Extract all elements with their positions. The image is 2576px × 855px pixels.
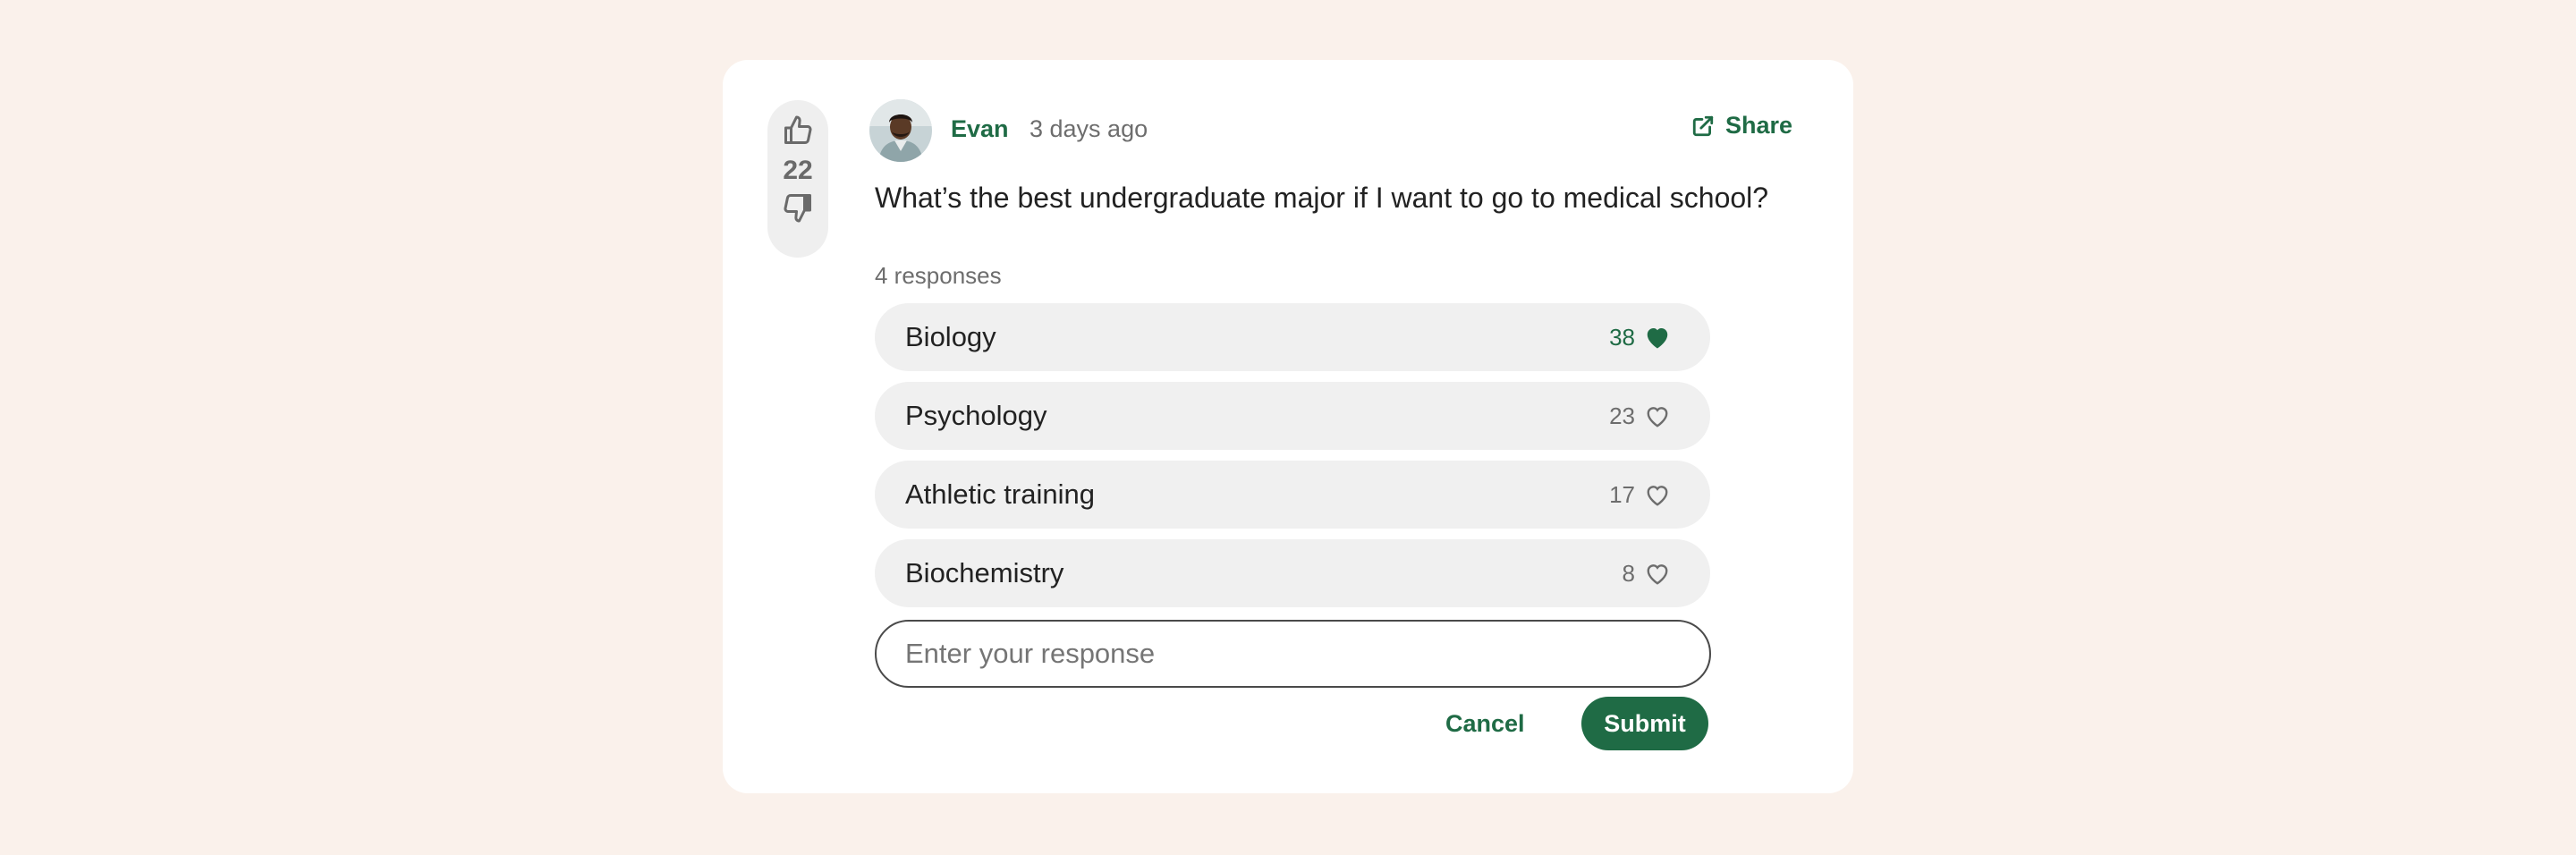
share-label: Share <box>1724 112 1792 139</box>
user-photo-icon <box>869 99 932 162</box>
like-count: 8 <box>1622 559 1635 587</box>
response-item[interactable]: Biochemistry 8 <box>875 539 1710 607</box>
share-button[interactable]: Share <box>1691 112 1792 140</box>
like-button[interactable]: 17 <box>1609 481 1671 509</box>
response-list: Biology 38 Psychology 23 Athletic traini… <box>875 303 1710 618</box>
external-link-icon <box>1692 115 1714 136</box>
response-label: Athletic training <box>905 478 1095 510</box>
response-item[interactable]: Biology 38 <box>875 303 1710 371</box>
heart-filled-icon <box>1647 328 1668 349</box>
question-text: What’s the best undergraduate major if I… <box>875 182 1769 214</box>
thumbs-up-icon <box>784 115 812 144</box>
heart-outline-icon <box>1647 407 1668 428</box>
heart-outline-icon <box>1647 486 1668 506</box>
post-card: 22 Evan 3 days ago Share What’s the best… <box>723 60 1853 793</box>
thumbs-down-icon <box>784 194 811 223</box>
downvote-button[interactable] <box>778 188 818 227</box>
like-count: 23 <box>1609 402 1635 429</box>
response-item[interactable]: Psychology 23 <box>875 382 1710 450</box>
submit-button[interactable]: Submit <box>1581 697 1708 750</box>
cancel-button[interactable]: Cancel <box>1445 697 1525 750</box>
vote-count: 22 <box>783 156 813 185</box>
avatar[interactable] <box>869 99 932 162</box>
vote-widget: 22 <box>767 100 828 258</box>
like-button[interactable]: 8 <box>1623 560 1671 588</box>
response-input[interactable] <box>875 620 1711 688</box>
heart-outline-icon <box>1647 564 1668 585</box>
like-button[interactable]: 38 <box>1609 324 1671 351</box>
author-name[interactable]: Evan <box>951 115 1009 143</box>
upvote-button[interactable] <box>778 111 818 150</box>
like-button[interactable]: 23 <box>1609 402 1671 430</box>
response-label: Biology <box>905 321 996 352</box>
like-count: 17 <box>1609 480 1635 508</box>
response-label: Biochemistry <box>905 557 1064 588</box>
response-item[interactable]: Athletic training 17 <box>875 461 1710 529</box>
response-label: Psychology <box>905 400 1047 431</box>
like-count: 38 <box>1609 323 1635 351</box>
post-timestamp: 3 days ago <box>1030 115 1148 142</box>
responses-count: 4 responses <box>875 262 1002 289</box>
